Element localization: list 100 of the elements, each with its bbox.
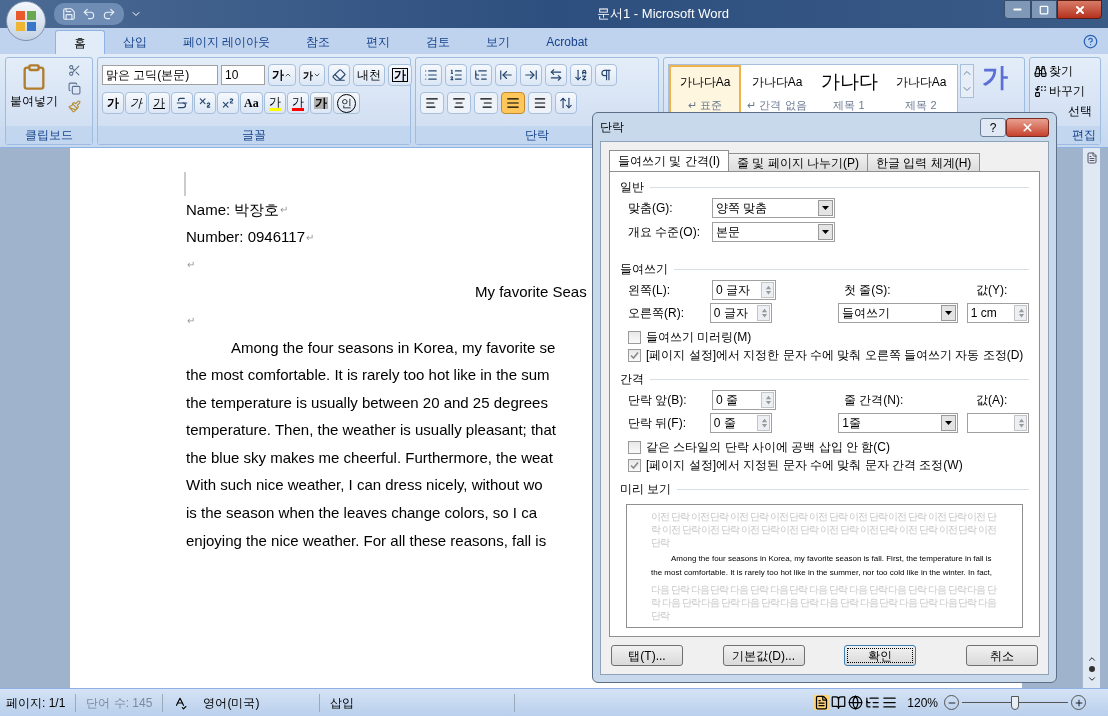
dialog-button[interactable]: 취소: [965, 645, 1038, 666]
word-count: 단어 수: 145: [76, 693, 164, 712]
text-direction-button[interactable]: [545, 64, 567, 86]
maximize-button[interactable]: [1031, 0, 1057, 19]
checkbox[interactable]: [628, 348, 641, 362]
style-gallery-item[interactable]: 가나다 제목 1: [813, 65, 885, 117]
spin-field[interactable]: [966, 413, 1029, 433]
checkbox[interactable]: [628, 458, 641, 472]
ribbon-tab[interactable]: 홈: [55, 30, 105, 54]
font-color-button[interactable]: 가: [286, 92, 309, 114]
paste-button[interactable]: 붙여넣기: [10, 62, 58, 110]
copy-icon[interactable]: [68, 82, 81, 95]
dropdown-field[interactable]: 양쪽 맞춤: [712, 198, 835, 218]
draft-icon[interactable]: [882, 695, 898, 710]
checkbox[interactable]: [628, 440, 641, 454]
down-caret-icon: [313, 71, 321, 79]
spin-field[interactable]: 0 줄: [712, 390, 776, 410]
decrease-indent-button[interactable]: [495, 64, 517, 86]
redo-icon[interactable]: [102, 7, 116, 21]
spin-field[interactable]: 0 줄: [709, 413, 773, 433]
section-heading: 간격: [620, 371, 644, 388]
dialog-button[interactable]: 확인: [844, 645, 917, 666]
ribbon-tab[interactable]: 보기: [468, 30, 529, 54]
save-icon[interactable]: [62, 7, 76, 21]
superscript-button[interactable]: [217, 92, 239, 114]
sort-icon: [574, 68, 588, 82]
ribbon-tab[interactable]: Acrobat: [528, 30, 606, 54]
clear-formatting-button[interactable]: [328, 64, 350, 86]
character-border-button[interactable]: 가: [388, 64, 412, 86]
ribbon-tab[interactable]: 페이지 레이아웃: [165, 30, 289, 54]
dropdown-field[interactable]: 본문: [712, 222, 835, 242]
spelling-check-icon[interactable]: [173, 695, 188, 710]
office-button[interactable]: [6, 1, 46, 41]
outline-icon[interactable]: [865, 695, 881, 710]
change-styles-button[interactable]: 가: [982, 64, 1008, 90]
strikethrough-button[interactable]: [171, 92, 193, 114]
multilevel-list-button[interactable]: [470, 64, 492, 86]
dialog-tab[interactable]: 한글 입력 체계(H): [867, 153, 981, 171]
dialog-button[interactable]: 기본값(D)...: [722, 645, 805, 666]
undo-icon[interactable]: [82, 7, 96, 21]
align-button[interactable]: [447, 92, 471, 114]
grow-font-button[interactable]: 가: [268, 64, 296, 86]
checkbox[interactable]: [628, 330, 641, 344]
help-button[interactable]: ?: [980, 117, 1006, 137]
close-button[interactable]: [1057, 0, 1102, 19]
enclose-character-button[interactable]: 인: [332, 92, 360, 114]
select-button[interactable]: 선택: [1068, 102, 1096, 120]
dialog-button[interactable]: 탭(T)...: [611, 645, 683, 666]
spin-field[interactable]: 1 cm: [966, 303, 1029, 323]
align-button[interactable]: [501, 92, 525, 114]
cut-icon[interactable]: [68, 64, 81, 77]
zoom-slider[interactable]: [962, 695, 1068, 710]
line-spacing-button[interactable]: [555, 92, 577, 114]
help-icon[interactable]: [1083, 34, 1098, 49]
window-title: 문서1 - Microsoft Word: [596, 5, 729, 24]
highlight-button[interactable]: 가: [263, 92, 286, 114]
show-marks-button[interactable]: [595, 64, 617, 86]
align-button[interactable]: [528, 92, 552, 114]
sort-button[interactable]: [570, 64, 592, 86]
align-button[interactable]: [420, 92, 444, 114]
dialog-tab[interactable]: 들여쓰기 및 간격(I): [609, 150, 729, 171]
preview-sample-text: Among the four seasons in Korea, my favorite season is fall. First, the temperature in fall is the most comfortable. It is rarely too hot like in the summer, nor too cold like in the winter. In fact,: [651, 553, 994, 579]
spin-field[interactable]: 0 글자: [709, 303, 773, 323]
style-gallery-item[interactable]: 가나다Aa ↵ 간격 없음: [741, 65, 813, 117]
bullets-button[interactable]: [420, 64, 442, 86]
subscript-button[interactable]: [194, 92, 216, 114]
ribbon-tab[interactable]: 검토: [408, 30, 469, 54]
vertical-scrollbar[interactable]: [1082, 148, 1100, 688]
section-heading: 일반: [620, 179, 644, 196]
replace-button[interactable]: 바꾸기: [1034, 82, 1085, 100]
spinner-icon: [1013, 415, 1027, 431]
reading-layout-icon[interactable]: [831, 695, 847, 710]
font-name-field[interactable]: 맑은 고딕(본문): [102, 65, 218, 85]
dropdown-field[interactable]: 들여쓰기: [838, 303, 958, 323]
close-button[interactable]: [1006, 117, 1049, 137]
web-layout-icon[interactable]: [848, 695, 864, 710]
ribbon-tab[interactable]: 참조: [288, 30, 349, 54]
style-gallery-item[interactable]: 가나다Aa 제목 2: [885, 65, 957, 117]
align-button[interactable]: [474, 92, 498, 114]
phonetic-guide-button[interactable]: 내천: [353, 64, 385, 86]
minimize-button[interactable]: [1004, 0, 1031, 19]
find-button[interactable]: 찾기: [1034, 62, 1073, 80]
print-layout-icon[interactable]: [814, 695, 830, 710]
ribbon-tab[interactable]: 편지: [348, 30, 409, 54]
dropdown-field[interactable]: 1줄: [838, 413, 958, 433]
spin-field[interactable]: 0 글자: [712, 280, 776, 300]
character-shading-button[interactable]: 가: [309, 92, 332, 114]
dialog-tab[interactable]: 줄 및 페이지 나누기(P): [728, 153, 868, 171]
shrink-font-button[interactable]: 가: [299, 64, 325, 86]
numbering-button[interactable]: [445, 64, 467, 86]
change-case-button[interactable]: Aa: [240, 92, 263, 114]
field-label: 왼쪽(L):: [628, 282, 671, 299]
increase-indent-button[interactable]: [520, 64, 542, 86]
zoom-slider-thumb[interactable]: [1011, 695, 1019, 710]
ribbon-tab[interactable]: 삽입: [105, 30, 165, 54]
italic-button[interactable]: 가: [125, 92, 147, 114]
font-size-field[interactable]: 10: [221, 65, 265, 85]
bold-button[interactable]: 가: [102, 92, 124, 114]
document-line: the blue sky makes me cheerful. Furthermore, the weat: [186, 447, 553, 468]
underline-button[interactable]: 가: [148, 92, 170, 114]
